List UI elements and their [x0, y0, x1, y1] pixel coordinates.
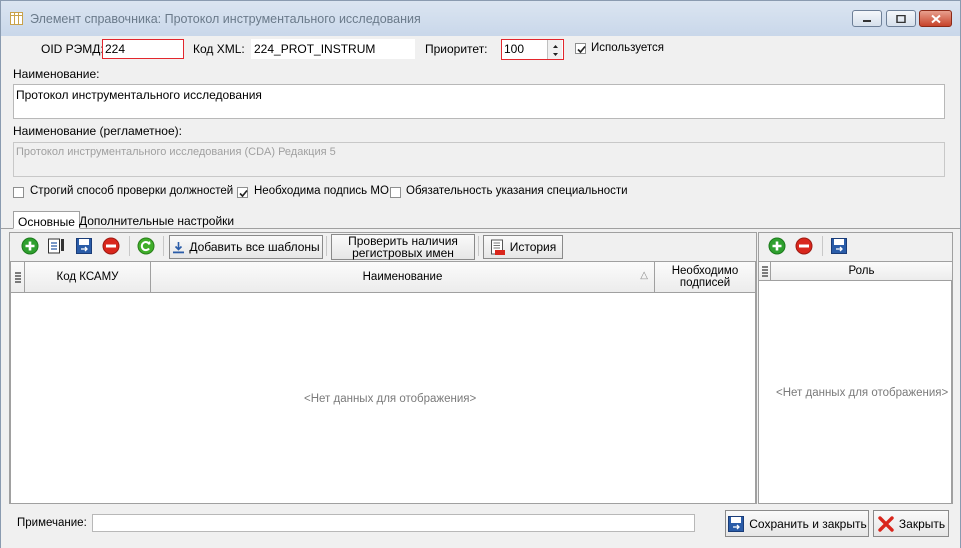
strict-check-checkbox[interactable]	[13, 187, 24, 198]
column-header-name-label: Наименование	[362, 271, 443, 283]
spin-up-button[interactable]	[547, 40, 562, 49]
save-icon[interactable]	[75, 237, 93, 255]
tab-additional-settings[interactable]: Дополнительные настройки	[75, 211, 238, 231]
close-button[interactable]: Закрыть	[873, 510, 949, 537]
arrow-down-icon	[553, 53, 558, 56]
toolbar-separator	[326, 236, 327, 256]
xml-code-label: Код XML:	[193, 42, 245, 56]
history-document-icon	[490, 239, 505, 255]
mo-sign-checkbox[interactable]	[237, 187, 248, 198]
close-label: Закрыть	[898, 516, 946, 531]
mo-sign-label: Необходима подпись МО	[254, 185, 389, 197]
oid-label: OID РЭМД:	[41, 42, 104, 56]
delete-icon[interactable]	[102, 237, 120, 255]
close-icon	[930, 14, 941, 23]
column-header-role[interactable]: Роль	[771, 262, 952, 281]
save-roles-icon[interactable]	[830, 237, 848, 255]
note-label: Примечание:	[17, 517, 87, 529]
oid-field[interactable]: 224	[102, 39, 184, 59]
table-icon	[10, 12, 23, 25]
column-chooser-icon	[761, 266, 768, 277]
reg-name-label: Наименование (регламетное):	[13, 124, 182, 138]
column-chooser-button[interactable]	[11, 262, 25, 293]
add-all-templates-button[interactable]: Добавить все шаблоны	[169, 235, 323, 259]
sort-ascending-icon: △	[640, 270, 648, 281]
close-x-icon	[878, 515, 894, 532]
check-names-line2: регистровых имен	[352, 246, 454, 260]
column-header-signatures-required[interactable]: Необходимо подписей	[655, 262, 756, 293]
xml-code-field[interactable]: 224_PROT_INSTRUM	[251, 39, 415, 59]
close-window-button[interactable]	[919, 10, 952, 27]
specialty-label: Обязательность указания специальности	[406, 185, 628, 197]
check-register-names-button[interactable]: Проверить наличия регистровых имен	[331, 234, 475, 260]
priority-value: 100	[504, 42, 525, 56]
toolbar-separator	[129, 236, 130, 256]
refresh-icon[interactable]	[137, 237, 155, 255]
toolbar-separator	[163, 236, 164, 256]
save-icon	[728, 515, 745, 532]
checkmark-icon	[239, 189, 248, 198]
window-title: Элемент справочника: Протокол инструмент…	[30, 12, 421, 26]
maximize-icon	[896, 14, 906, 23]
history-label: История	[509, 240, 557, 254]
signatures-required-line1: Необходимо	[671, 265, 739, 277]
templates-empty-text: <Нет данных для отображения>	[304, 393, 477, 405]
minimize-icon	[863, 19, 871, 22]
used-checkbox[interactable]	[575, 43, 586, 54]
column-header-name[interactable]: Наименование △	[151, 262, 655, 293]
templates-grid[interactable]: Код КСАМУ Наименование △ Необходимо подп…	[10, 261, 756, 504]
toolbar-separator	[822, 236, 823, 256]
tab-main[interactable]: Основные	[13, 211, 80, 229]
title-bar[interactable]: Элемент справочника: Протокол инструмент…	[1, 1, 960, 36]
maximize-button[interactable]	[886, 10, 916, 27]
name-field[interactable]: Протокол инструментального исследования	[13, 84, 945, 119]
download-icon	[173, 241, 185, 253]
strict-check-label: Строгий способ проверки должностей	[30, 185, 234, 197]
column-chooser-icon	[14, 272, 21, 283]
priority-field[interactable]: 100	[501, 39, 564, 60]
column-header-ksamu-code[interactable]: Код КСАМУ	[25, 262, 151, 293]
name-label: Наименование:	[13, 67, 100, 81]
spin-down-button[interactable]	[547, 49, 562, 59]
delete-role-icon[interactable]	[795, 237, 813, 255]
add-role-icon[interactable]	[768, 237, 786, 255]
signatures-required-line2: подписей	[679, 277, 731, 289]
save-and-close-label: Сохранить и закрыть	[749, 516, 867, 531]
used-label: Используется	[591, 42, 664, 54]
minimize-button[interactable]	[852, 10, 882, 27]
dialog-window: Элемент справочника: Протокол инструмент…	[0, 0, 961, 548]
priority-label: Приоритет:	[425, 42, 488, 56]
history-button[interactable]: История	[483, 235, 563, 259]
roles-empty-text: <Нет данных для отображения>	[776, 387, 949, 399]
specialty-checkbox[interactable]	[390, 187, 401, 198]
reg-name-field: Протокол инструментального исследования …	[13, 142, 945, 177]
roles-column-chooser-button[interactable]	[759, 262, 771, 281]
save-and-close-button[interactable]: Сохранить и закрыть	[725, 510, 869, 537]
toolbar-separator	[478, 236, 479, 256]
checkmark-icon	[577, 45, 586, 54]
roles-grid[interactable]: Роль <Нет данных для отображения>	[758, 261, 952, 504]
add-icon[interactable]	[21, 237, 39, 255]
add-all-templates-label: Добавить все шаблоны	[189, 240, 320, 254]
edit-list-icon[interactable]	[47, 237, 65, 255]
note-field[interactable]	[92, 514, 695, 532]
